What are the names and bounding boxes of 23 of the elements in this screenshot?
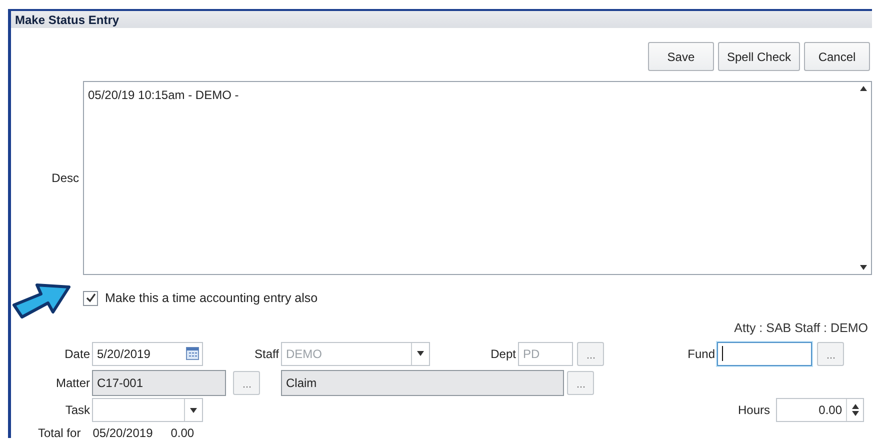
matter-field[interactable]: C17-001 — [92, 370, 226, 396]
field-label: Dept — [490, 346, 517, 360]
matter-name-field[interactable]: Claim — [281, 370, 564, 396]
dialog-button[interactable]: Spell Check — [718, 42, 800, 71]
description-text: 05/20/19 10:15am - DEMO - — [87, 87, 240, 104]
field-label: Hours — [736, 403, 771, 417]
field-label: Date — [64, 346, 91, 360]
field-label: Fund — [686, 346, 716, 360]
hours-spinner[interactable]: 0.00 — [776, 398, 864, 422]
desc-label: Desc — [50, 171, 80, 185]
total-date: 05/20/2019 — [92, 426, 153, 438]
date-field[interactable]: 5/20/2019 — [92, 342, 203, 366]
window-title: Make Status Entry — [15, 12, 120, 26]
total-label: Total for — [38, 426, 81, 438]
description-field[interactable]: 05/20/19 10:15am - DEMO - — [83, 81, 872, 275]
total-amount: 0.00 — [170, 426, 194, 438]
field-label: Staff — [254, 346, 280, 360]
summary-text: Atty : SAB Staff : DEMO — [734, 321, 868, 335]
field-label: Matter — [54, 376, 91, 390]
dialog-button[interactable]: Cancel — [804, 42, 870, 71]
dialog-button[interactable]: Save — [648, 42, 714, 71]
checkbox-label: Make this a time accounting entry also — [105, 291, 318, 305]
field-label: Task — [64, 403, 91, 417]
